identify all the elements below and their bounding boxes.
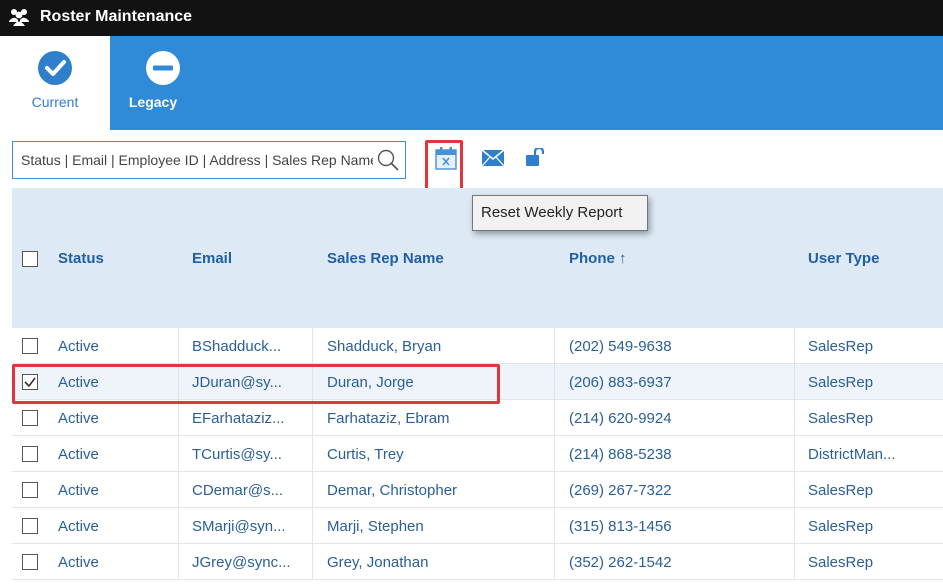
tab-legacy[interactable]: Legacy [110,36,220,130]
tab-current[interactable]: Current [0,36,110,130]
cell-phone: (315) 813-1456 [569,518,672,535]
column-divider [312,508,313,544]
unlock-icon[interactable] [524,148,544,166]
cell-name: Demar, Christopher [327,482,458,499]
cell-email: CDemar@s... [192,482,284,499]
cell-status: Active [58,482,99,499]
cell-email: TCurtis@sy... [192,446,282,463]
column-divider [794,400,795,436]
search-input[interactable] [13,142,373,178]
column-divider [794,436,795,472]
column-divider [312,436,313,472]
table-row[interactable]: Active EFarhataziz... Farhataziz, Ebram (21… [12,400,943,436]
table-row[interactable]: Active BShadduck... Shadduck, Bryan (202) 5… [12,328,943,364]
cell-user-type: SalesRep [808,374,874,391]
search-icon[interactable] [377,149,399,171]
cell-user-type: DistrictMan... [808,446,896,463]
table-row[interactable]: Active TCurtis@sy... Curtis, Trey (214) 868… [12,436,943,472]
column-header-email[interactable]: Email [192,250,232,267]
table-row[interactable]: Active JGrey@sync... Grey, Jonathan (352) 2… [12,544,943,580]
cell-status: Active [58,410,99,427]
cell-name: Farhataziz, Ebram [327,410,450,427]
cell-name: Shadduck, Bryan [327,338,442,355]
mode-bar: Current Legacy [0,36,943,130]
cell-phone: (269) 267-7322 [569,482,672,499]
column-header-status[interactable]: Status [58,250,104,267]
check-circle-icon [38,51,72,85]
column-divider [178,436,179,472]
cell-user-type: SalesRep [808,554,874,571]
column-divider [554,328,555,364]
cell-user-type: SalesRep [808,410,874,427]
column-divider [312,544,313,580]
row-checkbox[interactable] [22,518,38,534]
cell-status: Active [58,338,99,355]
cell-phone: (214) 868-5238 [569,446,672,463]
column-divider [178,328,179,364]
cell-phone: (214) 620-9924 [569,410,672,427]
row-checkbox[interactable] [22,482,38,498]
table-row[interactable]: Active CDemar@s... Demar, Christopher (269)… [12,472,943,508]
select-all-checkbox[interactable] [22,251,38,267]
row-checkbox[interactable] [22,446,38,462]
cell-user-type: SalesRep [808,518,874,535]
cell-user-type: SalesRep [808,482,874,499]
row-checkbox[interactable] [22,410,38,426]
cell-name: Curtis, Trey [327,446,404,463]
search-box [12,141,406,179]
column-divider [554,508,555,544]
cell-email: BShadduck... [192,338,282,355]
mail-icon[interactable] [482,150,504,166]
cell-status: Active [58,518,99,535]
column-divider [554,400,555,436]
cell-status: Active [58,446,99,463]
title-bar: Roster Maintenance [0,0,943,36]
table-row[interactable]: Active SMarji@syn... Marji, Stephen (315) 8… [12,508,943,544]
column-divider [554,364,555,400]
column-header-type[interactable]: User Type [808,250,879,267]
column-divider [312,400,313,436]
column-divider [554,472,555,508]
tab-current-label: Current [31,94,79,110]
column-divider [794,364,795,400]
cell-phone: (202) 549-9638 [569,338,672,355]
column-divider [178,544,179,580]
users-icon [9,9,29,26]
cell-name: Grey, Jonathan [327,554,429,571]
cell-user-type: SalesRep [808,338,874,355]
cell-email: EFarhataziz... [192,410,285,427]
column-divider [794,328,795,364]
column-divider [794,544,795,580]
minus-circle-icon [146,51,180,85]
cell-name: Marji, Stephen [327,518,424,535]
app-title: Roster Maintenance [40,8,193,25]
column-divider [178,508,179,544]
cell-email: SMarji@syn... [192,518,286,535]
column-divider [178,472,179,508]
column-divider [178,400,179,436]
column-divider [312,328,313,364]
cell-phone: (352) 262-1542 [569,554,672,571]
row-highlight-box [12,364,500,404]
cell-phone: (206) 883-6937 [569,374,672,391]
column-divider [554,436,555,472]
cell-status: Active [58,554,99,571]
column-divider [794,508,795,544]
column-header-phone[interactable]: Phone ↑ [569,250,627,267]
column-header-name[interactable]: Sales Rep Name [327,250,444,267]
column-divider [794,472,795,508]
row-checkbox[interactable] [22,338,38,354]
tab-legacy-label: Legacy [128,94,178,110]
row-checkbox[interactable] [22,554,38,570]
cell-email: JGrey@sync... [192,554,291,571]
column-divider [312,472,313,508]
reset-weekly-report-tooltip: Reset Weekly Report [472,195,648,231]
column-divider [554,544,555,580]
